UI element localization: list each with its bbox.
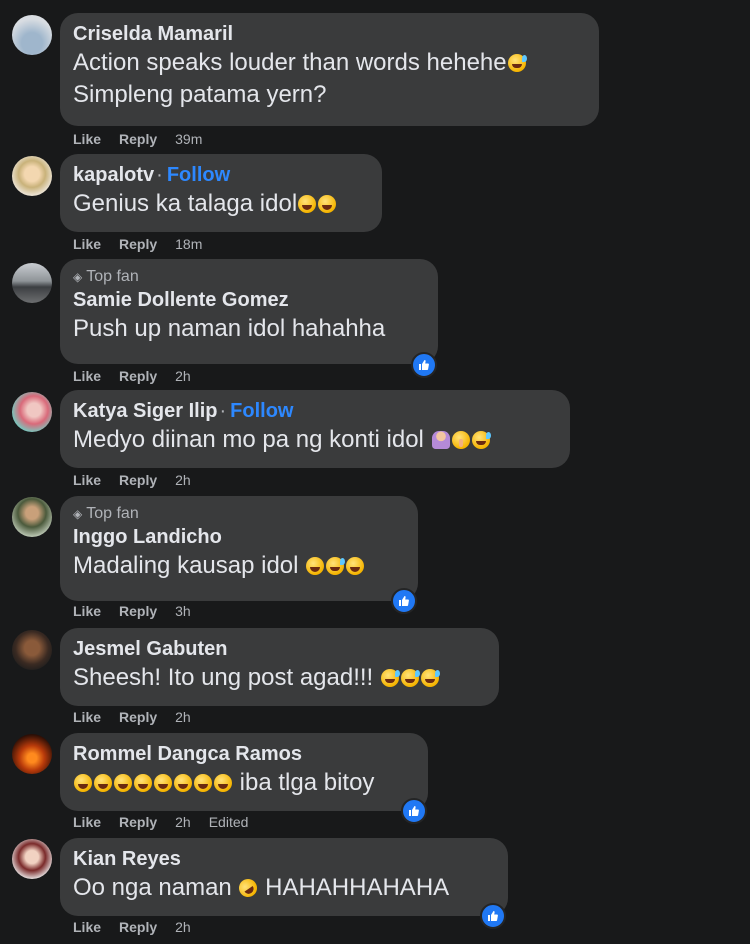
top-fan-badge: ◈ Top fan (73, 505, 139, 522)
comment-text: Sheesh! Ito ung post agad!!! (73, 662, 485, 694)
comment-text: Simpleng patama yern? (73, 81, 327, 108)
comment-actions: Like Reply 2h (73, 472, 191, 488)
comment-text: Action speaks louder than words hehehe (73, 47, 585, 79)
avatar[interactable] (12, 630, 52, 670)
laughing-emoji-icon (214, 774, 232, 792)
laughing-emoji-icon (74, 774, 92, 792)
commenter-name-row: Katya Siger Ilip · Follow (73, 400, 294, 422)
reply-button[interactable]: Reply (119, 919, 157, 935)
reply-button[interactable]: Reply (119, 709, 157, 725)
commenter-name[interactable]: Katya Siger Ilip (73, 400, 218, 422)
laughing-emoji-icon (134, 774, 152, 792)
laughing-emoji-icon (194, 774, 212, 792)
top-fan-badge: ◈ Top fan (73, 268, 139, 285)
commenter-name[interactable]: Inggo Landicho (73, 524, 404, 550)
reply-button[interactable]: Reply (119, 472, 157, 488)
laughing-emoji-icon (94, 774, 112, 792)
sweat-smile-emoji-icon (507, 54, 527, 72)
comment-text: iba tlga bitoy (73, 767, 414, 799)
commenter-name[interactable]: kapalotv (73, 164, 154, 186)
comment-actions: Like Reply 39m (73, 131, 202, 147)
comment-text: Oo nga naman HAHAHHAHAHA (73, 874, 450, 901)
avatar[interactable] (12, 15, 52, 55)
sweat-smile-emoji-icon (471, 431, 491, 449)
like-button[interactable]: Like (73, 603, 101, 619)
laughing-emoji-icon (306, 557, 325, 575)
reply-button[interactable]: Reply (119, 368, 157, 384)
follow-button[interactable]: Follow (167, 164, 230, 186)
comment-actions: Like Reply 3h (73, 603, 191, 619)
commenter-name[interactable]: Criselda Mamaril (73, 21, 585, 47)
diamond-icon: ◈ (73, 270, 83, 284)
like-reaction-icon[interactable] (411, 352, 437, 378)
edited-label[interactable]: Edited (209, 814, 249, 830)
timestamp[interactable]: 2h (175, 368, 191, 384)
like-reaction-icon[interactable] (391, 588, 417, 614)
rofl-emoji-icon (235, 875, 261, 901)
comment-actions: Like Reply 2h (73, 368, 191, 384)
sweat-smile-emoji-icon (400, 669, 420, 687)
comment-actions: Like Reply 2h Edited (73, 814, 248, 830)
comment-bubble: ◈ Top fan Samie Dollente Gomez Push up na… (60, 259, 438, 364)
comment-bubble: Kian Reyes Oo nga naman HAHAHHAHAHA (60, 838, 508, 916)
reply-button[interactable]: Reply (119, 131, 157, 147)
sweat-smile-emoji-icon (326, 557, 346, 575)
like-button[interactable]: Like (73, 919, 101, 935)
diamond-icon: ◈ (73, 507, 83, 521)
avatar[interactable] (12, 839, 52, 879)
comment-text: Medyo diinan mo pa ng konti idol (73, 424, 556, 456)
comment-text: Madaling kausap idol (73, 550, 404, 582)
comment-bubble: ◈ Top fan Inggo Landicho Madaling kausap … (60, 496, 418, 601)
avatar[interactable] (12, 156, 52, 196)
commenter-name[interactable]: Rommel Dangca Ramos (73, 741, 414, 767)
like-button[interactable]: Like (73, 709, 101, 725)
commenter-name[interactable]: Jesmel Gabuten (73, 636, 485, 662)
laughing-emoji-icon (318, 195, 337, 213)
timestamp[interactable]: 2h (175, 709, 191, 725)
comment-text: Genius ka talaga idol (73, 188, 368, 220)
shushing-emoji-icon (451, 431, 470, 449)
follow-button[interactable]: Follow (230, 400, 293, 422)
laughing-emoji-icon (114, 774, 132, 792)
laughing-emoji-icon (346, 557, 365, 575)
timestamp[interactable]: 2h (175, 919, 191, 935)
like-button[interactable]: Like (73, 236, 101, 252)
reply-button[interactable]: Reply (119, 603, 157, 619)
comment-bubble: Rommel Dangca Ramos iba tlga bitoy (60, 733, 428, 811)
reply-button[interactable]: Reply (119, 814, 157, 830)
laughing-emoji-icon (298, 195, 317, 213)
like-button[interactable]: Like (73, 814, 101, 830)
timestamp[interactable]: 39m (175, 131, 202, 147)
like-button[interactable]: Like (73, 368, 101, 384)
sweat-smile-emoji-icon (420, 669, 440, 687)
like-button[interactable]: Like (73, 472, 101, 488)
comment-actions: Like Reply 2h (73, 709, 191, 725)
avatar[interactable] (12, 497, 52, 537)
person-emoji-icon (431, 431, 450, 449)
comment-actions: Like Reply 2h (73, 919, 191, 935)
avatar[interactable] (12, 263, 52, 303)
laughing-emoji-icon (154, 774, 172, 792)
like-reaction-icon[interactable] (401, 798, 427, 824)
laughing-emoji-icon (174, 774, 192, 792)
avatar[interactable] (12, 392, 52, 432)
like-button[interactable]: Like (73, 131, 101, 147)
sweat-smile-emoji-icon (380, 669, 400, 687)
comment-bubble: Criselda Mamaril Action speaks louder th… (60, 13, 599, 126)
reply-button[interactable]: Reply (119, 236, 157, 252)
comment-text: Push up naman idol hahahha (73, 315, 386, 342)
commenter-name-row: kapalotv · Follow (73, 164, 231, 186)
avatar[interactable] (12, 734, 52, 774)
comment-bubble: kapalotv · Follow Genius ka talaga idol (60, 154, 382, 232)
commenter-name[interactable]: Kian Reyes (73, 846, 494, 872)
timestamp[interactable]: 2h (175, 472, 191, 488)
timestamp[interactable]: 2h (175, 814, 191, 830)
like-reaction-icon[interactable] (480, 903, 506, 929)
timestamp[interactable]: 18m (175, 236, 202, 252)
comment-bubble: Jesmel Gabuten Sheesh! Ito ung post agad… (60, 628, 499, 706)
comment-actions: Like Reply 18m (73, 236, 202, 252)
commenter-name[interactable]: Samie Dollente Gomez (73, 287, 424, 313)
comment-bubble: Katya Siger Ilip · Follow Medyo diinan mo … (60, 390, 570, 468)
timestamp[interactable]: 3h (175, 603, 191, 619)
